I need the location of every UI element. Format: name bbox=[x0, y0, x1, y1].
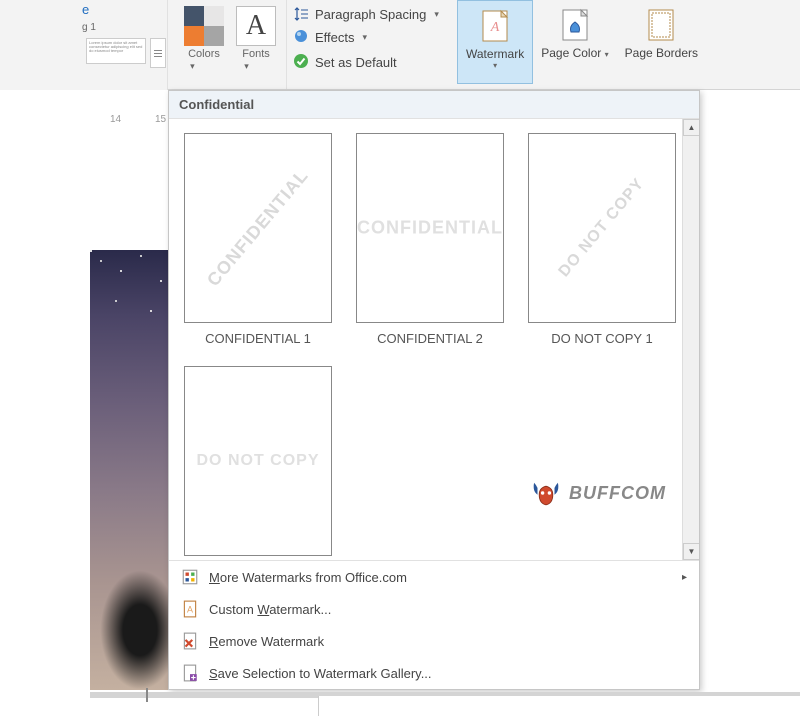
page-borders-icon bbox=[645, 8, 677, 44]
custom-watermark-label: Custom Watermark... bbox=[209, 602, 331, 617]
styles-more-button[interactable] bbox=[150, 38, 166, 68]
remove-watermark-label: Remove Watermark bbox=[209, 634, 324, 649]
set-default-button[interactable]: Set as Default bbox=[293, 53, 451, 72]
set-default-label: Set as Default bbox=[315, 55, 397, 70]
buffcom-text: BUFFCOM bbox=[569, 483, 666, 504]
page-color-icon bbox=[559, 8, 591, 44]
chevron-down-icon: ▾ bbox=[493, 61, 497, 70]
watermark-caption: DO NOT COPY 1 bbox=[551, 331, 652, 346]
scroll-up-button[interactable]: ▲ bbox=[683, 119, 699, 136]
chevron-down-icon: ▾ bbox=[363, 32, 368, 43]
more-watermarks-item[interactable]: More Watermarks from Office.com ▸ bbox=[169, 561, 699, 593]
colors-label: Colors bbox=[188, 48, 220, 60]
effects-icon bbox=[293, 28, 309, 47]
submenu-arrow-icon: ▸ bbox=[682, 572, 687, 583]
chevron-down-icon: ▾ bbox=[190, 61, 195, 71]
watermark-button[interactable]: A Watermark ▾ bbox=[457, 0, 533, 84]
chevron-down-icon: ▾ bbox=[434, 9, 439, 20]
more-watermarks-label: ore Watermarks from Office.com bbox=[220, 570, 407, 585]
watermark-option[interactable]: DO NOT COPY DO NOT COPY 2 bbox=[183, 366, 333, 560]
remove-watermark-item[interactable]: Remove Watermark bbox=[169, 625, 699, 657]
page-color-button[interactable]: Page Color ▾ bbox=[533, 0, 616, 84]
chevron-down-icon: ▾ bbox=[605, 50, 609, 59]
watermark-thumbnail: CONFIDENTIAL bbox=[184, 133, 332, 323]
watermark-menu-footer: More Watermarks from Office.com ▸ A Cust… bbox=[169, 560, 699, 689]
buffcom-icon bbox=[529, 476, 563, 510]
watermark-thumbnail: DO NOT COPY bbox=[184, 366, 332, 556]
styles-gallery-fragment: e g 1 Lorem ipsum dolor sit amet consect… bbox=[0, 0, 168, 90]
save-selection-item[interactable]: Save Selection to Watermark Gallery... bbox=[169, 657, 699, 689]
watermark-gallery: Confidential CONFIDENTIAL CONFIDENTIAL 1… bbox=[168, 90, 700, 690]
watermark-option[interactable]: DO NOT COPY DO NOT COPY 1 bbox=[527, 133, 677, 346]
colors-group[interactable]: Colors▾ bbox=[178, 0, 230, 89]
watermark-option[interactable]: CONFIDENTIAL CONFIDENTIAL 1 bbox=[183, 133, 333, 346]
custom-watermark-item[interactable]: A Custom Watermark... bbox=[169, 593, 699, 625]
fonts-label: Fonts bbox=[242, 48, 270, 60]
chevron-down-icon: ▾ bbox=[244, 61, 249, 71]
remove-icon bbox=[181, 632, 199, 650]
ruler-tick: 15 bbox=[155, 114, 166, 125]
page-icon: A bbox=[181, 600, 199, 618]
style-title-fragment: e bbox=[82, 2, 89, 17]
effects-button[interactable]: Effects ▾ bbox=[293, 28, 451, 47]
svg-text:A: A bbox=[187, 604, 193, 614]
svg-text:A: A bbox=[490, 20, 500, 35]
paragraph-spacing-label: Paragraph Spacing bbox=[315, 7, 426, 22]
paragraph-spacing-icon bbox=[293, 6, 309, 22]
save-gallery-icon bbox=[181, 664, 199, 682]
formatting-options: Paragraph Spacing ▾ Effects ▾ Set as Def… bbox=[287, 0, 457, 89]
overlay-watermark-logo: BUFFCOM bbox=[529, 476, 666, 510]
style-sample-box: Lorem ipsum dolor sit amet consectetur a… bbox=[86, 38, 146, 64]
fonts-icon: A bbox=[236, 6, 276, 46]
office-icon bbox=[181, 568, 199, 586]
ruler-tick: 14 bbox=[110, 114, 121, 125]
watermark-thumbnail: DO NOT COPY bbox=[528, 133, 676, 323]
horizontal-ruler: 14 15 bbox=[0, 112, 168, 130]
watermark-icon: A bbox=[479, 9, 511, 45]
watermark-caption: CONFIDENTIAL 1 bbox=[205, 331, 311, 346]
style-heading-fragment: g 1 bbox=[82, 22, 96, 33]
watermark-option[interactable]: CONFIDENTIAL CONFIDENTIAL 2 bbox=[355, 133, 505, 346]
gallery-section-header: Confidential bbox=[169, 91, 699, 119]
watermark-thumbnail: CONFIDENTIAL bbox=[356, 133, 504, 323]
save-selection-label: Save Selection to Watermark Gallery... bbox=[209, 666, 432, 681]
gallery-scrollbar[interactable]: ▲ ▼ bbox=[682, 119, 699, 560]
page-color-label: Page Color bbox=[541, 46, 601, 60]
colors-icon bbox=[184, 6, 224, 46]
watermark-caption: CONFIDENTIAL 2 bbox=[377, 331, 483, 346]
next-page-edge bbox=[318, 696, 800, 716]
page-borders-button[interactable]: Page Borders bbox=[617, 0, 706, 84]
check-icon bbox=[293, 53, 309, 72]
paragraph-spacing-button[interactable]: Paragraph Spacing ▾ bbox=[293, 6, 451, 22]
watermark-label: Watermark bbox=[466, 47, 524, 61]
scroll-down-button[interactable]: ▼ bbox=[683, 543, 699, 560]
page-borders-label: Page Borders bbox=[625, 46, 698, 60]
fonts-group[interactable]: A Fonts▾ bbox=[230, 0, 287, 89]
effects-label: Effects bbox=[315, 30, 355, 45]
